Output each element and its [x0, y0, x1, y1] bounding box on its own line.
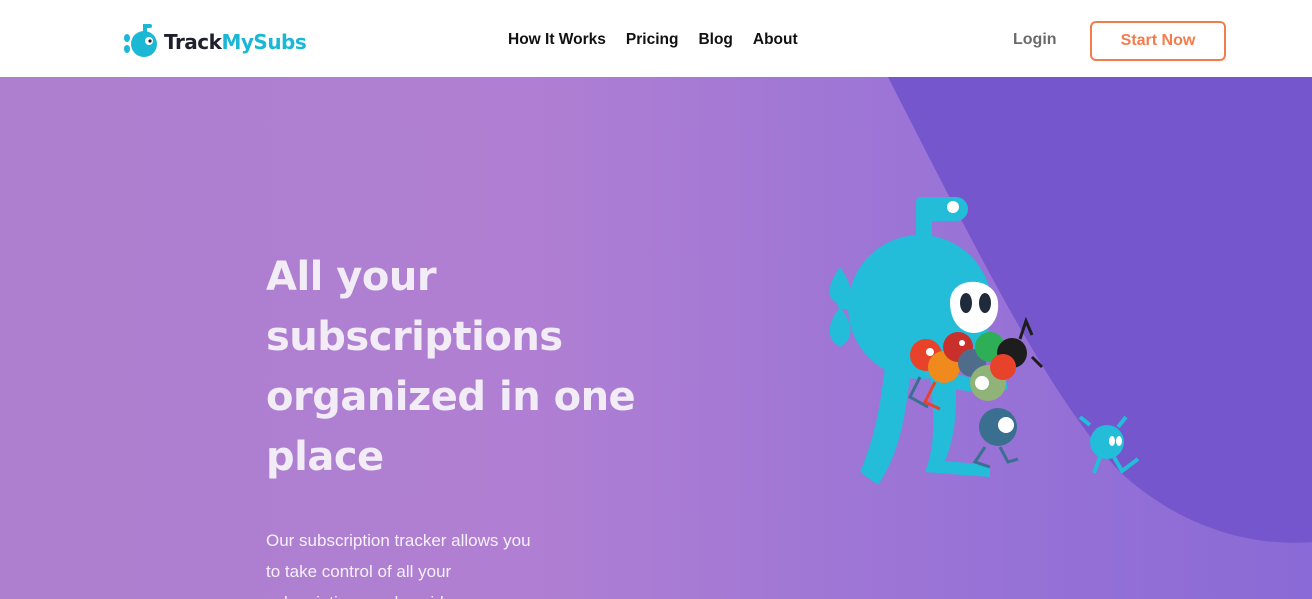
login-link[interactable]: Login [1013, 31, 1057, 49]
site-header: TrackMySubs How It Works Pricing Blog Ab… [0, 0, 1312, 77]
brand-logo[interactable]: TrackMySubs [122, 22, 307, 62]
mascot-illustration [829, 197, 1140, 485]
start-now-button[interactable]: Start Now [1090, 21, 1226, 61]
brand-name: TrackMySubs [164, 30, 307, 54]
submarine-logo-icon [124, 24, 157, 57]
nav-how-it-works[interactable]: How It Works [508, 31, 606, 49]
nav-blog[interactable]: Blog [698, 31, 732, 49]
main-nav: How It Works Pricing Blog About [508, 31, 818, 49]
hero-section: All your subscriptions organized in one … [0, 77, 1312, 599]
nav-about[interactable]: About [753, 31, 798, 49]
nav-pricing[interactable]: Pricing [626, 31, 679, 49]
